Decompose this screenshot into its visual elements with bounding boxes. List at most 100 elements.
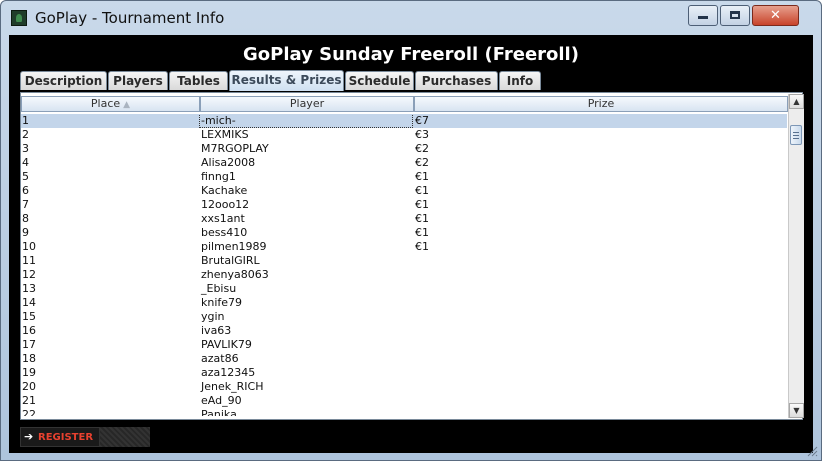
table-row[interactable]: 17 PAVLIK79 xyxy=(21,338,787,352)
place-cell: 13 xyxy=(22,282,36,295)
table-row[interactable]: 5 finng1 €1 xyxy=(21,170,787,184)
register-texture xyxy=(100,427,150,447)
player-cell: BrutalGIRL xyxy=(201,254,260,267)
grip-line xyxy=(793,138,799,139)
table-row[interactable]: 22 Panika xyxy=(21,408,787,416)
table-row[interactable]: 14 knife79 xyxy=(21,296,787,310)
scrollbar-thumb[interactable] xyxy=(790,125,802,145)
player-cell: eAd_90 xyxy=(201,394,242,407)
tab-players[interactable]: Players xyxy=(108,71,168,90)
player-cell: iva63 xyxy=(201,324,232,337)
table-row[interactable]: 13 _Ebisu xyxy=(21,282,787,296)
table-row[interactable]: 18 azat86 xyxy=(21,352,787,366)
register-label: REGISTER xyxy=(38,432,94,443)
place-cell: 8 xyxy=(22,212,29,225)
place-cell: 1 xyxy=(22,114,29,127)
player-cell: _Ebisu xyxy=(201,282,237,295)
table-row[interactable]: 2 LEXMIKS €3 xyxy=(21,128,787,142)
prize-cell: €2 xyxy=(415,142,429,155)
content-area: GoPlay Sunday Freeroll (Freeroll) Descri… xyxy=(9,35,813,453)
table-row[interactable]: 16 iva63 xyxy=(21,324,787,338)
place-cell: 14 xyxy=(22,296,36,309)
results-panel: Place ▲ Player Prize 1 -mich- €7 2 LEXMIKS €3 3… xyxy=(20,92,804,420)
place-cell: 15 xyxy=(22,310,36,323)
table-row[interactable]: 11 BrutalGIRL xyxy=(21,254,787,268)
vertical-scrollbar[interactable]: ▲ ▼ xyxy=(788,94,804,418)
table-row[interactable]: 7 12ooo12 €1 xyxy=(21,198,787,212)
column-header-player[interactable]: Player xyxy=(200,96,414,112)
table-row[interactable]: 6 Kachake €1 xyxy=(21,184,787,198)
tab-tables[interactable]: Tables xyxy=(169,71,228,90)
minimize-button[interactable] xyxy=(688,5,718,26)
player-cell: pilmen1989 xyxy=(201,240,267,253)
table-header: Place ▲ Player Prize xyxy=(21,96,788,112)
table-row[interactable]: 10 pilmen1989 €1 xyxy=(21,240,787,254)
player-cell: Alisa2008 xyxy=(201,156,256,169)
tab-info[interactable]: Info xyxy=(499,71,541,90)
place-cell: 11 xyxy=(22,254,36,267)
grip-line xyxy=(793,135,799,136)
player-cell: Jenek_RICH xyxy=(201,380,264,393)
table-row[interactable]: 15 ygin xyxy=(21,310,787,324)
place-cell: 5 xyxy=(22,170,29,183)
tab-purchases[interactable]: Purchases xyxy=(415,71,498,90)
column-header-prize[interactable]: Prize xyxy=(414,96,788,112)
player-cell: -mich- xyxy=(199,114,413,128)
grip-line xyxy=(793,132,799,133)
table-row[interactable]: 9 bess410 €1 xyxy=(21,226,787,240)
player-cell: ygin xyxy=(201,310,225,323)
table-row[interactable]: 3 M7RGOPLAY €2 xyxy=(21,142,787,156)
tournament-heading: GoPlay Sunday Freeroll (Freeroll) xyxy=(243,44,579,65)
title-bar[interactable]: GoPlay - Tournament Info ✕ xyxy=(1,1,821,35)
place-cell: 17 xyxy=(22,338,36,351)
resize-grip-icon[interactable] xyxy=(806,445,818,457)
place-cell: 10 xyxy=(22,240,36,253)
player-cell: zhenya8063 xyxy=(201,268,269,281)
close-button[interactable]: ✕ xyxy=(752,5,799,26)
place-cell: 7 xyxy=(22,198,29,211)
scroll-down-arrow-icon[interactable]: ▼ xyxy=(789,403,804,418)
table-row[interactable]: 20 Jenek_RICH xyxy=(21,380,787,394)
player-cell: LEXMIKS xyxy=(201,128,249,141)
prize-cell: €1 xyxy=(415,170,429,183)
tab-results-prizes[interactable]: Results & Prizes xyxy=(229,70,344,91)
register-bar: ➔ REGISTER xyxy=(20,427,150,447)
place-cell: 3 xyxy=(22,142,29,155)
place-cell: 16 xyxy=(22,324,36,337)
register-button[interactable]: ➔ REGISTER xyxy=(20,427,100,447)
prize-cell: €1 xyxy=(415,240,429,253)
place-cell: 4 xyxy=(22,156,29,169)
place-cell: 2 xyxy=(22,128,29,141)
tab-description[interactable]: Description xyxy=(20,71,107,90)
table-row[interactable]: 4 Alisa2008 €2 xyxy=(21,156,787,170)
player-cell: PAVLIK79 xyxy=(201,338,252,351)
player-cell: xxs1ant xyxy=(201,212,245,225)
player-cell: azat86 xyxy=(201,352,239,365)
place-cell: 9 xyxy=(22,226,29,239)
column-header-place[interactable]: Place ▲ xyxy=(21,96,200,112)
place-cell: 12 xyxy=(22,268,36,281)
scroll-up-arrow-icon[interactable]: ▲ xyxy=(789,94,804,109)
player-cell: M7RGOPLAY xyxy=(201,142,269,155)
table-row[interactable]: 19 aza12345 xyxy=(21,366,787,380)
tab-schedule[interactable]: Schedule xyxy=(345,71,414,90)
table-row[interactable]: 1 -mich- €7 xyxy=(21,114,787,128)
prize-cell: €1 xyxy=(415,184,429,197)
close-icon: ✕ xyxy=(770,8,781,23)
player-cell: Panika xyxy=(201,408,237,416)
player-cell: finng1 xyxy=(201,170,236,183)
place-cell: 18 xyxy=(22,352,36,365)
sort-ascending-icon: ▲ xyxy=(123,100,131,110)
table-row[interactable]: 8 xxs1ant €1 xyxy=(21,212,787,226)
place-cell: 19 xyxy=(22,366,36,379)
prize-cell: €7 xyxy=(415,114,429,127)
maximize-button[interactable] xyxy=(720,5,750,26)
results-table-body: 1 -mich- €7 2 LEXMIKS €3 3 M7RGOPLAY €2 4 Alisa200… xyxy=(21,114,787,416)
prize-cell: €1 xyxy=(415,226,429,239)
player-cell: 12ooo12 xyxy=(201,198,250,211)
prize-cell: €2 xyxy=(415,156,429,169)
place-cell: 22 xyxy=(22,408,36,416)
table-row[interactable]: 12 zhenya8063 xyxy=(21,268,787,282)
table-row[interactable]: 21 eAd_90 xyxy=(21,394,787,408)
tournament-info-window: GoPlay - Tournament Info ✕ GoPlay Sunday… xyxy=(0,0,822,461)
